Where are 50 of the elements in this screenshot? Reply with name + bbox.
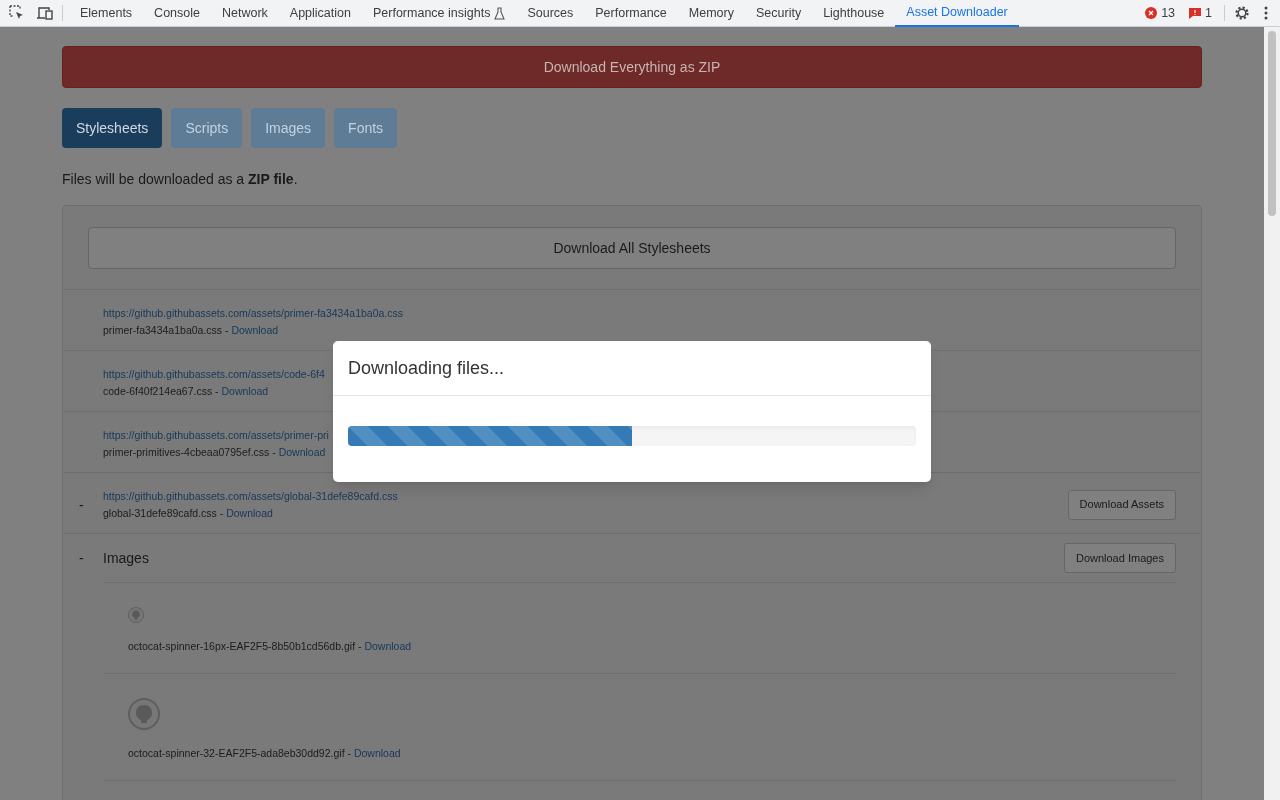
download-link[interactable]: Download	[231, 323, 279, 336]
asset-tab[interactable]: Scripts	[171, 108, 243, 148]
file-name: code-6f40f214ea67.css - Download	[103, 384, 269, 397]
issue-icon	[1189, 7, 1202, 19]
octocat-icon	[128, 698, 160, 730]
asset-tab[interactable]: Stylesheets	[62, 108, 163, 148]
scrollbar[interactable]	[1264, 27, 1280, 800]
devtools-tab[interactable]: Application	[278, 0, 362, 27]
download-link[interactable]: Download	[226, 506, 273, 519]
collapse-toggle[interactable]: -	[79, 496, 84, 513]
devtools-tab[interactable]: Elements	[69, 0, 144, 27]
modal-title: Downloading files...	[348, 356, 505, 380]
devtools-tab[interactable]: Memory	[677, 0, 745, 27]
file-name: octocat-spinner-16px-EAF2F5-8b50b1cd56db.gif - Download	[128, 640, 412, 652]
download-link[interactable]: Download	[353, 747, 401, 759]
download-images-button[interactable]: Download Images	[1063, 543, 1176, 573]
device-icon[interactable]	[36, 5, 53, 21]
asset-url: https://github.githubassets.com/assets/code-6f4	[103, 367, 325, 381]
devtools-tab[interactable]: Security	[745, 0, 813, 27]
download-all-button[interactable]: Download All Stylesheets	[88, 227, 1176, 269]
issue-count: 1	[1205, 4, 1212, 22]
devtools-tab[interactable]: Performance	[584, 0, 678, 27]
error-icon	[1145, 7, 1158, 19]
asset-url: https://github.githubassets.com/assets/primer-fa3434a1ba0a.css	[103, 306, 403, 320]
error-count: 13	[1161, 4, 1176, 22]
download-assets-button[interactable]: Download Assets	[1067, 489, 1176, 520]
file-name: octocat-spinner-32-EAF2F5-ada8eb30dd92.gif - Download	[128, 747, 401, 759]
devtools-tab[interactable]: Console	[143, 0, 211, 27]
file-name: global-31defe89cafd.css - Download	[103, 506, 273, 519]
section-title: Images	[103, 548, 150, 568]
file-name: primer-fa3434a1ba0a.css - Download	[103, 323, 279, 336]
download-link[interactable]: Download	[364, 640, 412, 652]
devtools-tab[interactable]: Network	[211, 0, 279, 27]
zip-note: Files will be downloaded as a ZIP file.	[62, 170, 299, 189]
asset-tab[interactable]: Images	[251, 108, 326, 148]
zip-button[interactable]: Download Everything as ZIP	[62, 46, 1202, 88]
collapse-toggle[interactable]: -	[79, 550, 84, 566]
devtools-tab[interactable]: Sources	[516, 0, 585, 27]
asset-url: https://github.githubassets.com/assets/primer-pri	[103, 428, 329, 442]
octocat-icon	[128, 607, 144, 623]
inspect-icon[interactable]	[9, 5, 25, 21]
devtools-tab[interactable]: Performance insights	[362, 0, 517, 27]
devtools-tab[interactable]: Lighthouse	[812, 0, 896, 27]
asset-url: https://github.githubassets.com/assets/global-31defe89cafd.css	[103, 489, 398, 503]
settings-icon[interactable]	[1234, 5, 1250, 21]
more-icon[interactable]	[1264, 6, 1268, 20]
file-name: primer-primitives-4cbeaa0795ef.css - Download	[103, 445, 326, 458]
asset-tab[interactable]: Fonts	[334, 108, 398, 148]
download-link[interactable]: Download	[221, 384, 269, 397]
download-link[interactable]: Download	[278, 445, 326, 458]
